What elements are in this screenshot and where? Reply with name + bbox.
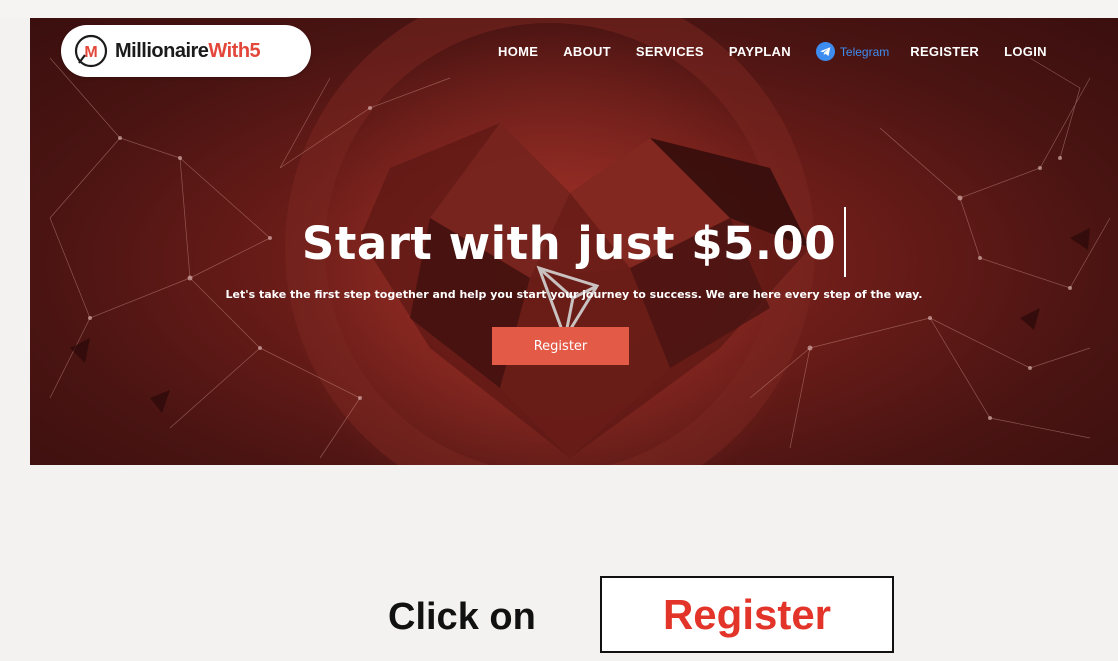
nav-login[interactable]: LOGIN xyxy=(1004,44,1047,59)
nav-telegram-label: Telegram xyxy=(839,44,890,59)
hero-subtitle: Let's take the first step together and h… xyxy=(225,288,923,301)
nav-about[interactable]: ABOUT xyxy=(563,44,611,59)
nav-payplan[interactable]: PAYPLAN xyxy=(729,44,791,59)
typing-cursor xyxy=(844,207,847,277)
instruction-target-box: Register xyxy=(600,576,894,653)
brand-name: MillionaireWith5 xyxy=(115,39,261,63)
instruction-target-label: Register xyxy=(662,590,832,638)
telegram-icon xyxy=(815,42,835,61)
brand-logo[interactable]: M MillionaireWith5 xyxy=(61,25,311,77)
brand-name-main: Millionaire xyxy=(115,39,209,62)
nav-services[interactable]: SERVICES xyxy=(636,44,704,59)
hero-title: Start with just $5.00 xyxy=(30,207,1118,277)
hero-title-text: Start with just $5.00 xyxy=(301,217,837,270)
nav-home[interactable]: HOME xyxy=(498,44,538,59)
brand-name-accent: With5 xyxy=(208,39,261,62)
hero-banner: M MillionaireWith5 HOME ABOUT SERVICES P… xyxy=(30,18,1118,465)
svg-text:M: M xyxy=(84,44,97,61)
nav-telegram[interactable]: Telegram xyxy=(815,42,890,61)
logo-icon: M xyxy=(74,34,108,68)
nav-register[interactable]: REGISTER xyxy=(910,44,979,59)
page: M MillionaireWith5 HOME ABOUT SERVICES P… xyxy=(0,0,1118,661)
register-button[interactable]: Register xyxy=(492,327,629,365)
main-nav: HOME ABOUT SERVICES PAYPLAN Telegram REG… xyxy=(498,42,1047,61)
instruction-text: Click on xyxy=(388,596,536,638)
top-strip xyxy=(0,0,1118,18)
